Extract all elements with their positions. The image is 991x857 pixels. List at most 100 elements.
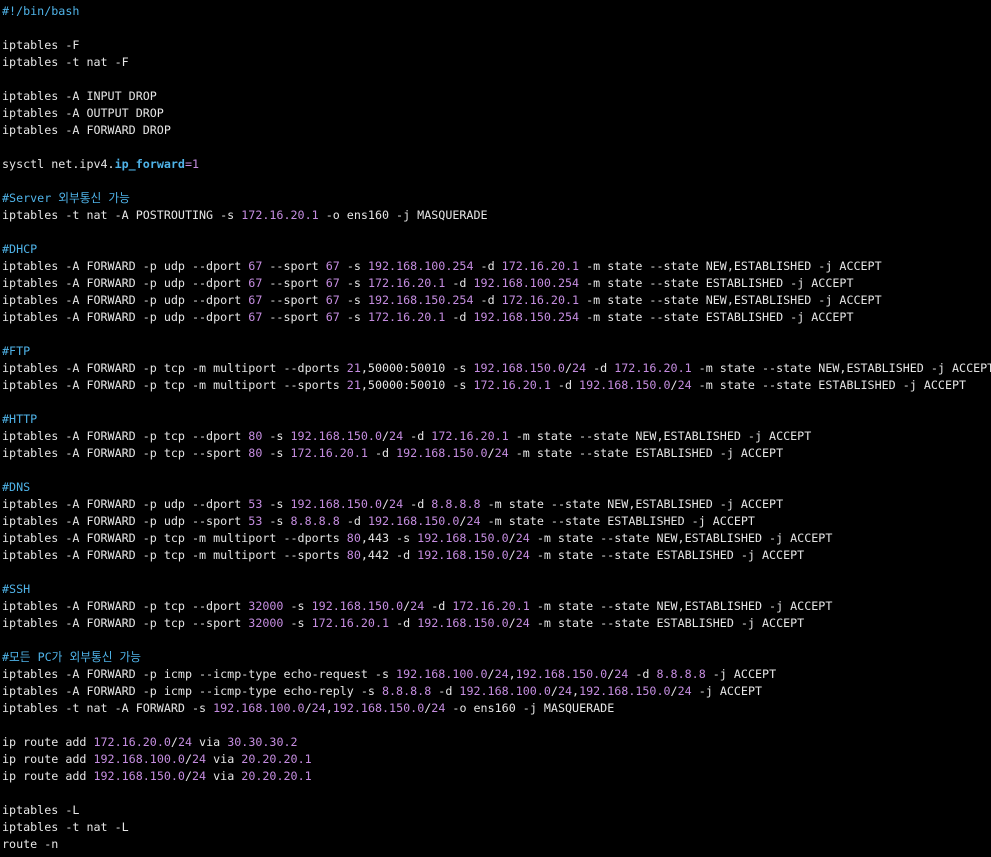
code-comment: #FTP — [2, 344, 31, 358]
code-line[interactable]: #DHCP — [2, 241, 991, 258]
code-line[interactable]: iptables -A FORWARD DROP — [2, 122, 991, 139]
code-line[interactable]: iptables -A FORWARD -p tcp -m multiport … — [2, 530, 991, 547]
code-number: 67 — [248, 310, 263, 324]
code-number: 192.168.150.254 — [473, 310, 580, 324]
code-content: #!/bin/bash iptables -F iptables -t nat -… — [2, 3, 991, 853]
code-line[interactable] — [2, 785, 991, 802]
code-line[interactable]: iptables -A FORWARD -p udp --dport 67 --… — [2, 309, 991, 326]
code-text: -j ACCEPT — [691, 684, 763, 698]
code-line[interactable]: iptables -A FORWARD -p udp --dport 67 --… — [2, 275, 991, 292]
code-line[interactable] — [2, 632, 991, 649]
code-number: 172.16.20.1 — [501, 259, 580, 273]
code-line[interactable]: iptables -A FORWARD -p icmp --icmp-type … — [2, 666, 991, 683]
code-line[interactable]: #FTP — [2, 343, 991, 360]
code-text: / — [184, 769, 193, 783]
code-number: 192.168.150.0 — [417, 531, 509, 545]
code-line[interactable]: #Server 외부통신 가능 — [2, 190, 991, 207]
code-line[interactable]: sysctl net.ipv4.ip_forward=1 — [2, 156, 991, 173]
code-line[interactable]: ip route add 172.16.20.0/24 via 30.30.30… — [2, 734, 991, 751]
code-line[interactable] — [2, 326, 991, 343]
code-line[interactable]: #DNS — [2, 479, 991, 496]
code-number: 172.16.20.1 — [452, 599, 530, 613]
code-editor[interactable]: #!/bin/bash iptables -F iptables -t nat -… — [0, 0, 991, 857]
code-line[interactable]: iptables -t nat -A POSTROUTING -s 172.16… — [2, 207, 991, 224]
code-line[interactable]: iptables -A INPUT DROP — [2, 88, 991, 105]
code-line[interactable]: #SSH — [2, 581, 991, 598]
code-line[interactable]: iptables -F — [2, 37, 991, 54]
code-line[interactable]: iptables -A FORWARD -p tcp --dport 80 -s… — [2, 428, 991, 445]
code-line[interactable] — [2, 394, 991, 411]
code-number: 24 — [389, 429, 404, 443]
code-line[interactable] — [2, 71, 991, 88]
code-line[interactable]: iptables -A FORWARD -p tcp -m multiport … — [2, 360, 991, 377]
code-line[interactable]: route -n — [2, 836, 991, 853]
code-line[interactable]: iptables -L — [2, 802, 991, 819]
code-text: , — [325, 701, 333, 715]
code-line[interactable] — [2, 20, 991, 37]
code-line[interactable] — [2, 173, 991, 190]
code-number: 192.168.150.0 — [332, 701, 425, 715]
code-line[interactable]: iptables -A FORWARD -p tcp --dport 32000… — [2, 598, 991, 615]
code-line[interactable]: iptables -A FORWARD -p tcp --sport 32000… — [2, 615, 991, 632]
code-line[interactable]: iptables -t nat -F — [2, 54, 991, 71]
code-text: -d — [445, 276, 474, 290]
code-operator: = — [184, 157, 193, 171]
code-line[interactable]: iptables -A FORWARD -p udp --dport 67 --… — [2, 258, 991, 275]
code-line[interactable]: iptables -A FORWARD -p tcp -m multiport … — [2, 377, 991, 394]
code-text: via — [206, 752, 242, 766]
code-text: / — [564, 361, 572, 375]
code-line[interactable]: iptables -t nat -L — [2, 819, 991, 836]
code-line[interactable] — [2, 564, 991, 581]
code-text: iptables -A FORWARD -p tcp --dport — [2, 429, 249, 443]
code-line[interactable]: ip route add 192.168.150.0/24 via 20.20.… — [2, 768, 991, 785]
code-line[interactable] — [2, 139, 991, 156]
code-line[interactable]: iptables -A FORWARD -p udp --dport 67 --… — [2, 292, 991, 309]
code-line[interactable]: iptables -A FORWARD -p tcp --sport 80 -s… — [2, 445, 991, 462]
code-line[interactable]: ip route add 192.168.100.0/24 via 20.20.… — [2, 751, 991, 768]
code-text: -m state --state NEW,ESTABLISHED -j ACCE… — [480, 497, 784, 511]
code-number: 172.16.20.1 — [473, 378, 551, 392]
code-text: / — [382, 429, 390, 443]
code-line[interactable]: iptables -A FORWARD -p udp --sport 53 -s… — [2, 513, 991, 530]
code-number: 24 — [677, 684, 692, 698]
code-line[interactable]: #!/bin/bash — [2, 3, 991, 20]
code-number: 24 — [557, 684, 573, 698]
code-number: 192.168.150.0 — [473, 361, 565, 375]
code-number: 24 — [410, 599, 425, 613]
code-text: iptables -L — [2, 803, 80, 817]
code-text: -j ACCEPT — [705, 667, 777, 681]
code-line[interactable] — [2, 462, 991, 479]
code-text: -m state --state ESTABLISHED -j ACCEPT — [691, 378, 967, 392]
code-number: 67 — [325, 293, 340, 307]
code-text: ip route add — [2, 769, 94, 783]
code-comment: #DNS — [2, 480, 31, 494]
code-text: -s — [339, 310, 368, 324]
code-text: -s — [283, 616, 312, 630]
code-text: --sport — [262, 310, 326, 324]
code-text: iptables -A FORWARD -p tcp -m multiport … — [2, 361, 347, 375]
code-number: 24 — [192, 769, 207, 783]
code-text: / — [304, 701, 312, 715]
code-number: 24 — [311, 701, 326, 715]
code-line[interactable]: #HTTP — [2, 411, 991, 428]
code-text: -s — [283, 599, 312, 613]
code-number: 192.168.100.254 — [473, 276, 580, 290]
code-line[interactable]: iptables -A FORWARD -p udp --dport 53 -s… — [2, 496, 991, 513]
code-number: 67 — [248, 259, 263, 273]
code-line[interactable]: iptables -A FORWARD -p icmp --icmp-type … — [2, 683, 991, 700]
code-line[interactable]: iptables -A FORWARD -p tcp -m multiport … — [2, 547, 991, 564]
code-number: 20.20.20.1 — [241, 769, 312, 783]
code-line[interactable] — [2, 717, 991, 734]
code-text: ip route add — [2, 735, 94, 749]
code-text: iptables -A FORWARD -p udp --sport — [2, 514, 249, 528]
code-text: -s — [339, 293, 368, 307]
code-line[interactable]: iptables -t nat -A FORWARD -s 192.168.10… — [2, 700, 991, 717]
code-text: / — [170, 735, 178, 749]
code-text: / — [508, 548, 516, 562]
code-text: -s — [262, 497, 291, 511]
code-text: iptables -A FORWARD DROP — [2, 123, 171, 137]
code-number: 192.168.100.0 — [459, 684, 551, 698]
code-line[interactable]: #모든 PC가 외부통신 가능 — [2, 649, 991, 666]
code-line[interactable] — [2, 224, 991, 241]
code-line[interactable]: iptables -A OUTPUT DROP — [2, 105, 991, 122]
